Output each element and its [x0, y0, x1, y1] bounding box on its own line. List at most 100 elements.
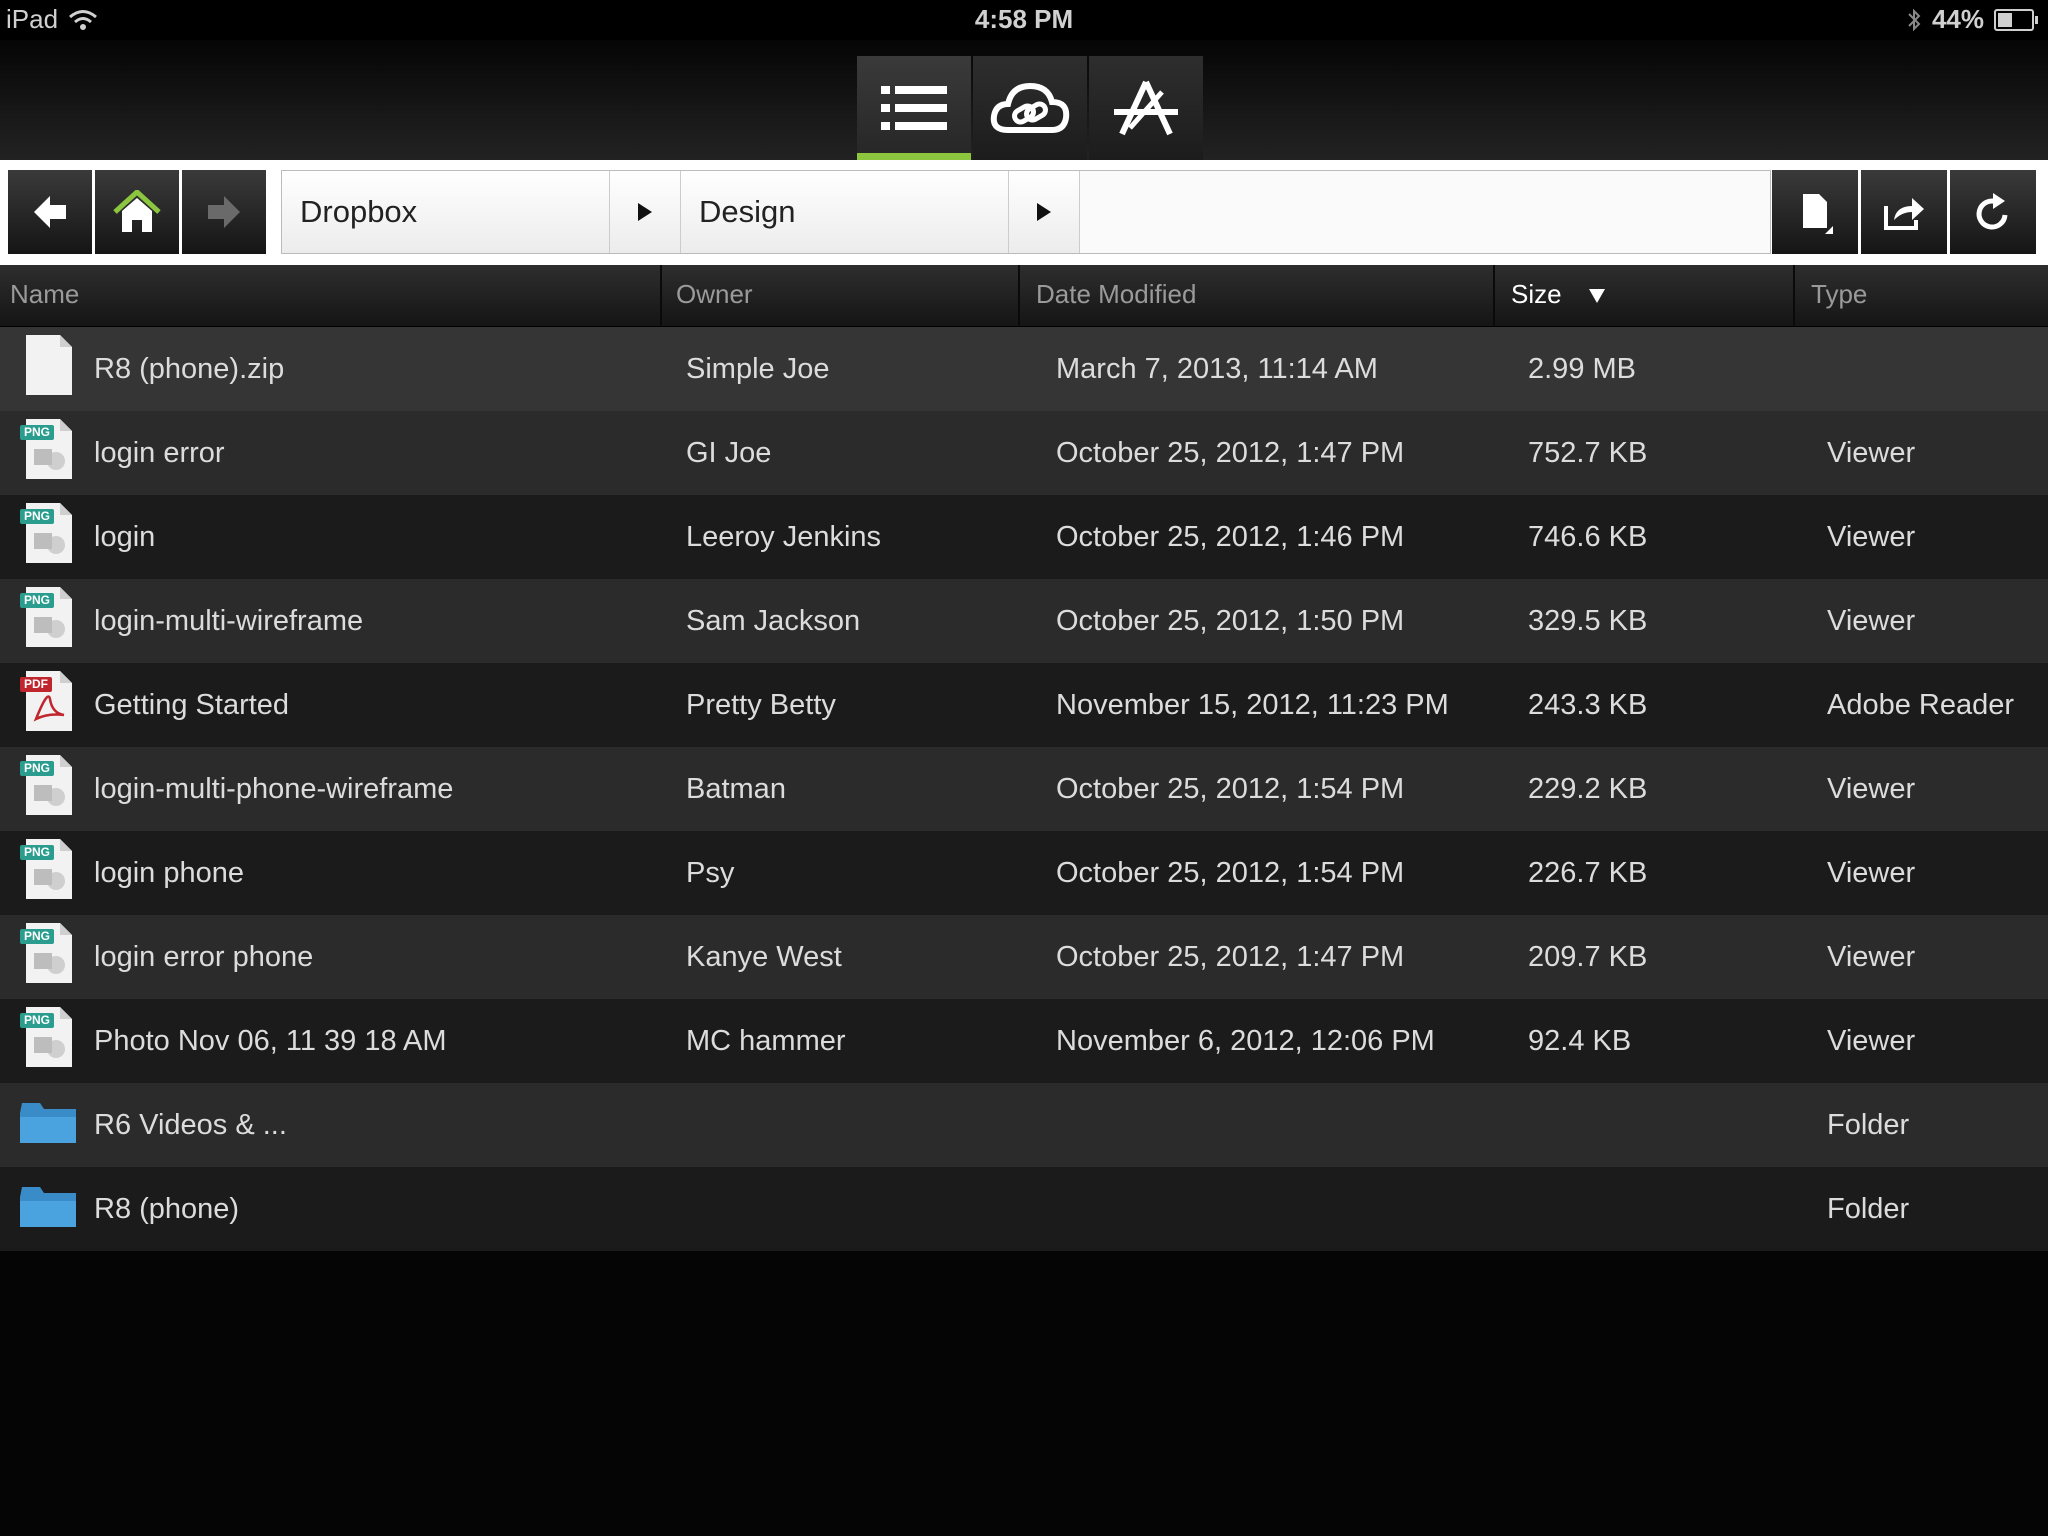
- file-date: October 25, 2012, 1:46 PM: [1056, 521, 1405, 553]
- png-file-icon: PNG: [18, 1005, 82, 1077]
- table-row[interactable]: R8 (phone).zip Simple Joe March 7, 2013, 1…: [0, 327, 2048, 411]
- column-header-size-label: Size: [1511, 279, 1562, 309]
- cloud-link-icon: [990, 82, 1070, 133]
- file-type-badge: PNG: [20, 425, 55, 440]
- file-type: Viewer: [1827, 437, 1916, 469]
- png-file-icon: PNG: [18, 837, 82, 909]
- table-row[interactable]: PNG login error phone Kanye West October 25…: [0, 915, 2048, 999]
- file-size: 226.7 KB: [1528, 857, 1648, 889]
- bluetooth-icon: [1908, 8, 1921, 31]
- tab-app-store[interactable]: [1089, 56, 1203, 160]
- file-owner: GI Joe: [686, 437, 772, 469]
- file-type-badge: PNG: [20, 845, 55, 860]
- file-date: November 6, 2012, 12:06 PM: [1056, 1025, 1435, 1057]
- pdf-file-icon: PDF: [18, 669, 82, 741]
- file-name: login phone: [94, 857, 244, 889]
- file-size: 229.2 KB: [1528, 773, 1648, 805]
- column-header-type[interactable]: Type: [1795, 265, 2048, 326]
- file-owner: Leeroy Jenkins: [686, 521, 882, 553]
- column-header-owner[interactable]: Owner: [662, 265, 1020, 326]
- battery-level: [1998, 12, 2013, 27]
- back-button[interactable]: [8, 170, 92, 254]
- forward-button[interactable]: [182, 170, 266, 254]
- table-row[interactable]: R8 (phone) Folder: [0, 1167, 2048, 1251]
- app-store-icon: [1114, 80, 1178, 136]
- file-name: login error: [94, 437, 225, 469]
- file-type: Folder: [1827, 1193, 1910, 1225]
- top-tab-bar: [0, 40, 2048, 160]
- play-arrow-icon: [638, 203, 652, 221]
- table-row[interactable]: PNG login-multi-phone-wireframe Batman Octo…: [0, 747, 2048, 831]
- file-size: 2.99 MB: [1528, 353, 1636, 385]
- zip-file-icon: [18, 333, 82, 405]
- column-header-name[interactable]: Name: [0, 265, 662, 326]
- file-size: 92.4 KB: [1528, 1025, 1632, 1057]
- file-type-badge: PNG: [20, 509, 55, 524]
- file-name: Photo Nov 06, 11 39 18 AM: [94, 1025, 447, 1057]
- breadcrumb-dropdown-design[interactable]: [1009, 171, 1080, 253]
- new-file-button[interactable]: [1772, 170, 1858, 254]
- battery-icon: [1994, 8, 2038, 31]
- table-row[interactable]: PNG login-multi-wireframe Sam Jackson Octob…: [0, 579, 2048, 663]
- breadcrumb-design[interactable]: Design: [681, 171, 1009, 253]
- file-date: October 25, 2012, 1:54 PM: [1056, 857, 1405, 889]
- file-owner: Psy: [686, 857, 735, 889]
- column-header-size[interactable]: Size: [1495, 265, 1795, 326]
- file-name: login error phone: [94, 941, 314, 973]
- home-icon: [113, 190, 161, 232]
- file-date: March 7, 2013, 11:14 AM: [1056, 353, 1378, 385]
- table-row[interactable]: PNG login Leeroy Jenkins October 25, 2012, …: [0, 495, 2048, 579]
- file-type-badge: PNG: [20, 761, 55, 776]
- png-file-icon: PNG: [18, 417, 82, 489]
- file-type: Viewer: [1827, 605, 1916, 637]
- file-name: login: [94, 521, 156, 553]
- list-icon: [881, 86, 947, 130]
- column-header-date[interactable]: Date Modified: [1020, 265, 1495, 326]
- play-arrow-icon: [1037, 203, 1051, 221]
- breadcrumb-dropdown-dropbox[interactable]: [610, 171, 681, 253]
- share-icon: [1884, 198, 1924, 230]
- breadcrumb-dropbox[interactable]: Dropbox: [282, 171, 610, 253]
- file-type-badge: PNG: [20, 929, 55, 944]
- sort-descending-icon: [1588, 289, 1605, 304]
- file-type: Viewer: [1827, 941, 1916, 973]
- refresh-icon: [1976, 193, 2008, 230]
- file-size: 746.6 KB: [1528, 521, 1648, 553]
- table-row[interactable]: PNG login error GI Joe October 25, 2012, 1:…: [0, 411, 2048, 495]
- forward-arrow-icon: [208, 196, 240, 228]
- file-size: 243.3 KB: [1528, 689, 1648, 721]
- file-owner: MC hammer: [686, 1025, 846, 1057]
- file-name: R8 (phone).zip: [94, 353, 285, 385]
- folder-icon: [18, 1173, 82, 1245]
- tab-cloud[interactable]: [973, 56, 1087, 160]
- folder-icon: [18, 1089, 82, 1161]
- table-row[interactable]: PDF Getting Started Pretty Betty November 1…: [0, 663, 2048, 747]
- home-button[interactable]: [95, 170, 179, 254]
- file-date: October 25, 2012, 1:47 PM: [1056, 437, 1405, 469]
- table-row[interactable]: PNG login phone Psy October 25, 2012, 1:54 …: [0, 831, 2048, 915]
- back-arrow-icon: [34, 196, 66, 228]
- battery-percent: 44%: [1931, 4, 1984, 34]
- file-date: November 15, 2012, 11:23 PM: [1056, 689, 1449, 721]
- file-type: Adobe Reader: [1827, 689, 2015, 721]
- clock: 4:58 PM: [974, 4, 1074, 34]
- file-owner: Pretty Betty: [686, 689, 836, 721]
- refresh-button[interactable]: [1950, 170, 2036, 254]
- file-owner: Simple Joe: [686, 353, 830, 385]
- share-button[interactable]: [1861, 170, 1947, 254]
- file-type: Viewer: [1827, 773, 1916, 805]
- empty-area: [0, 1251, 2048, 1536]
- table-row[interactable]: R6 Videos & ... Folder: [0, 1083, 2048, 1167]
- file-date: October 25, 2012, 1:50 PM: [1056, 605, 1405, 637]
- breadcrumb: Dropbox Design: [281, 170, 1771, 254]
- file-name: login-multi-phone-wireframe: [94, 773, 454, 805]
- file-type-badge: PNG: [20, 1013, 55, 1028]
- file-name: Getting Started: [94, 689, 290, 721]
- file-owner: Batman: [686, 773, 786, 805]
- tab-list[interactable]: [857, 56, 971, 160]
- file-name: R6 Videos & ...: [94, 1109, 287, 1141]
- file-name: R8 (phone): [94, 1193, 240, 1225]
- png-file-icon: PNG: [18, 585, 82, 657]
- table-row[interactable]: PNG Photo Nov 06, 11 39 18 AM MC hammer Nov…: [0, 999, 2048, 1083]
- file-owner: Kanye West: [686, 941, 842, 973]
